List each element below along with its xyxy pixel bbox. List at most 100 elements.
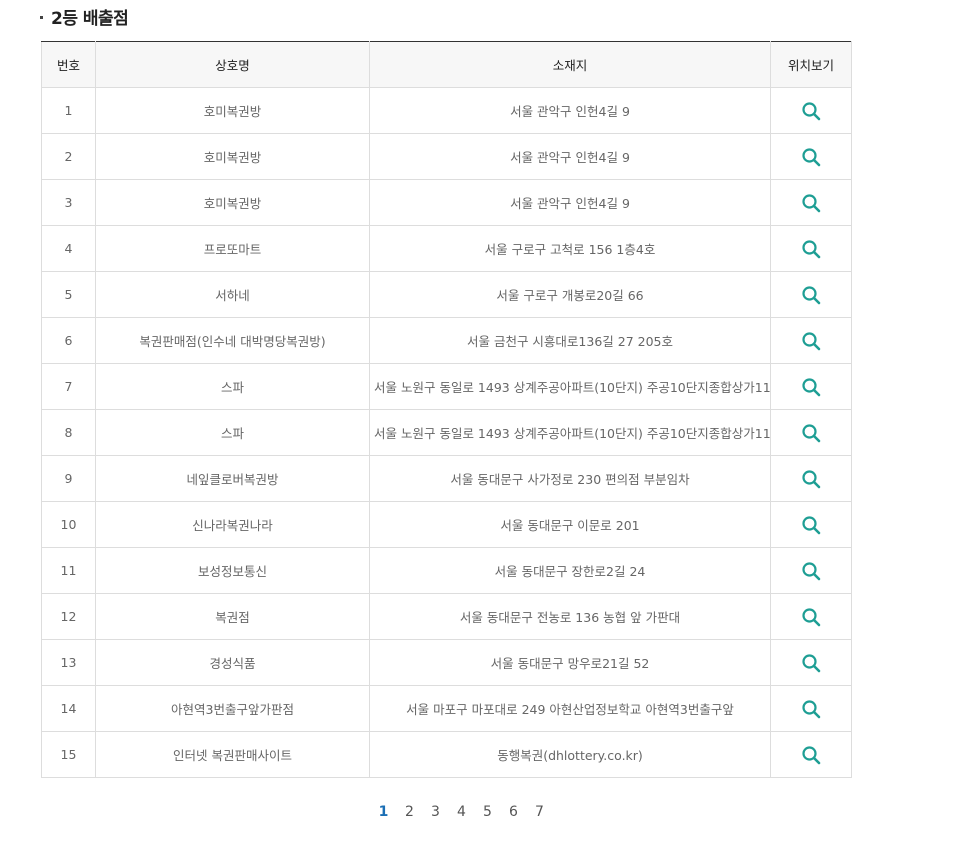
row-address: 서울 관악구 인헌4길 9	[369, 133, 771, 180]
header-name: 상호명	[95, 41, 370, 88]
row-number: 7	[41, 363, 96, 410]
row-address: 서울 관악구 인헌4길 9	[369, 87, 771, 134]
row-address: 서울 금천구 시흥대로136길 27 205호	[369, 317, 771, 364]
page-link-6[interactable]: 6	[506, 804, 522, 820]
row-address: 서울 노원구 동일로 1493 상계주공아파트(10단지) 주공10단지종합상가…	[369, 409, 771, 456]
search-icon[interactable]	[800, 606, 822, 628]
search-icon[interactable]	[800, 330, 822, 352]
table-row: 14 아현역3번출구앞가판점 서울 마포구 마포대로 249 아현산업정보학교 아현…	[41, 685, 852, 732]
row-address: 서울 마포구 마포대로 249 아현산업정보학교 아현역3번출구앞	[369, 685, 771, 732]
row-store-name: 호미복권방	[95, 133, 370, 180]
row-location-cell	[770, 501, 852, 548]
search-icon[interactable]	[800, 100, 822, 122]
row-store-name: 신나라복권나라	[95, 501, 370, 548]
row-number: 14	[41, 685, 96, 732]
row-address: 서울 동대문구 이문로 201	[369, 501, 771, 548]
bullet-dot	[40, 15, 43, 19]
row-store-name: 복권판매점(인수네 대박명당복권방)	[95, 317, 370, 364]
row-store-name: 보성정보통신	[95, 547, 370, 594]
row-store-name: 네잎클로버복권방	[95, 455, 370, 502]
row-number: 2	[41, 133, 96, 180]
table-row: 3 호미복권방 서울 관악구 인헌4길 9	[41, 179, 852, 226]
row-store-name: 호미복권방	[95, 179, 370, 226]
row-address: 서울 구로구 개봉로20길 66	[369, 271, 771, 318]
table-row: 12 복권점 서울 동대문구 전농로 136 농협 앞 가판대	[41, 593, 852, 640]
table-row: 1 호미복권방 서울 관악구 인헌4길 9	[41, 87, 852, 134]
pagination: 1234567	[0, 804, 973, 820]
row-store-name: 서하네	[95, 271, 370, 318]
search-icon[interactable]	[800, 422, 822, 444]
row-store-name: 경성식품	[95, 639, 370, 686]
table-row: 15 인터넷 복권판매사이트 동행복권(dhlottery.co.kr)	[41, 731, 852, 778]
search-icon[interactable]	[800, 698, 822, 720]
table-row: 13 경성식품 서울 동대문구 망우로21길 52	[41, 639, 852, 686]
search-icon[interactable]	[800, 376, 822, 398]
row-location-cell	[770, 271, 852, 318]
row-store-name: 호미복권방	[95, 87, 370, 134]
search-icon[interactable]	[800, 238, 822, 260]
row-number: 3	[41, 179, 96, 226]
row-number: 8	[41, 409, 96, 456]
row-number: 10	[41, 501, 96, 548]
search-icon[interactable]	[800, 192, 822, 214]
row-address: 서울 동대문구 장한로2길 24	[369, 547, 771, 594]
table-row: 8 스파 서울 노원구 동일로 1493 상계주공아파트(10단지) 주공10단지종…	[41, 409, 852, 456]
row-store-name: 아현역3번출구앞가판점	[95, 685, 370, 732]
row-number: 11	[41, 547, 96, 594]
search-icon[interactable]	[800, 468, 822, 490]
search-icon[interactable]	[800, 284, 822, 306]
search-icon[interactable]	[800, 652, 822, 674]
row-address: 서울 동대문구 전농로 136 농협 앞 가판대	[369, 593, 771, 640]
search-icon[interactable]	[800, 560, 822, 582]
page: 2등 배출점 번호 상호명 소재지 위치보기 1 호미복권방 서울 관악구 인헌4길…	[0, 0, 973, 864]
page-link-7[interactable]: 7	[532, 804, 548, 820]
row-store-name: 스파	[95, 409, 370, 456]
row-store-name: 인터넷 복권판매사이트	[95, 731, 370, 778]
row-location-cell	[770, 133, 852, 180]
row-location-cell	[770, 225, 852, 272]
page-link-4[interactable]: 4	[454, 804, 470, 820]
table-row: 6 복권판매점(인수네 대박명당복권방) 서울 금천구 시흥대로136길 27 20…	[41, 317, 852, 364]
row-location-cell	[770, 731, 852, 778]
row-number: 15	[41, 731, 96, 778]
section-title: 2등 배출점	[40, 4, 129, 29]
page-link-2[interactable]: 2	[402, 804, 418, 820]
table-row: 4 프로또마트 서울 구로구 고척로 156 1층4호	[41, 225, 852, 272]
row-store-name: 스파	[95, 363, 370, 410]
row-number: 6	[41, 317, 96, 364]
header-location: 위치보기	[770, 41, 852, 88]
row-location-cell	[770, 317, 852, 364]
row-location-cell	[770, 547, 852, 594]
row-location-cell	[770, 685, 852, 732]
table-row: 11 보성정보통신 서울 동대문구 장한로2길 24	[41, 547, 852, 594]
section-title-text: 2등 배출점	[51, 8, 129, 29]
row-number: 5	[41, 271, 96, 318]
page-link-5[interactable]: 5	[480, 804, 496, 820]
row-address: 동행복권(dhlottery.co.kr)	[369, 731, 771, 778]
row-address: 서울 동대문구 망우로21길 52	[369, 639, 771, 686]
row-number: 12	[41, 593, 96, 640]
store-table: 번호 상호명 소재지 위치보기 1 호미복권방 서울 관악구 인헌4길 9 2 호미복권…	[41, 41, 852, 778]
table-row: 9 네잎클로버복권방 서울 동대문구 사가정로 230 편의점 부분임차	[41, 455, 852, 502]
row-address: 서울 동대문구 사가정로 230 편의점 부분임차	[369, 455, 771, 502]
search-icon[interactable]	[800, 514, 822, 536]
row-store-name: 복권점	[95, 593, 370, 640]
search-icon[interactable]	[800, 744, 822, 766]
row-store-name: 프로또마트	[95, 225, 370, 272]
row-number: 9	[41, 455, 96, 502]
row-number: 4	[41, 225, 96, 272]
header-address: 소재지	[369, 41, 771, 88]
search-icon[interactable]	[800, 146, 822, 168]
header-number: 번호	[41, 41, 96, 88]
row-number: 1	[41, 87, 96, 134]
row-location-cell	[770, 363, 852, 410]
row-number: 13	[41, 639, 96, 686]
row-location-cell	[770, 179, 852, 226]
page-link-1[interactable]: 1	[376, 804, 392, 820]
page-link-3[interactable]: 3	[428, 804, 444, 820]
table-row: 2 호미복권방 서울 관악구 인헌4길 9	[41, 133, 852, 180]
row-location-cell	[770, 639, 852, 686]
row-address: 서울 구로구 고척로 156 1층4호	[369, 225, 771, 272]
row-location-cell	[770, 87, 852, 134]
row-location-cell	[770, 593, 852, 640]
